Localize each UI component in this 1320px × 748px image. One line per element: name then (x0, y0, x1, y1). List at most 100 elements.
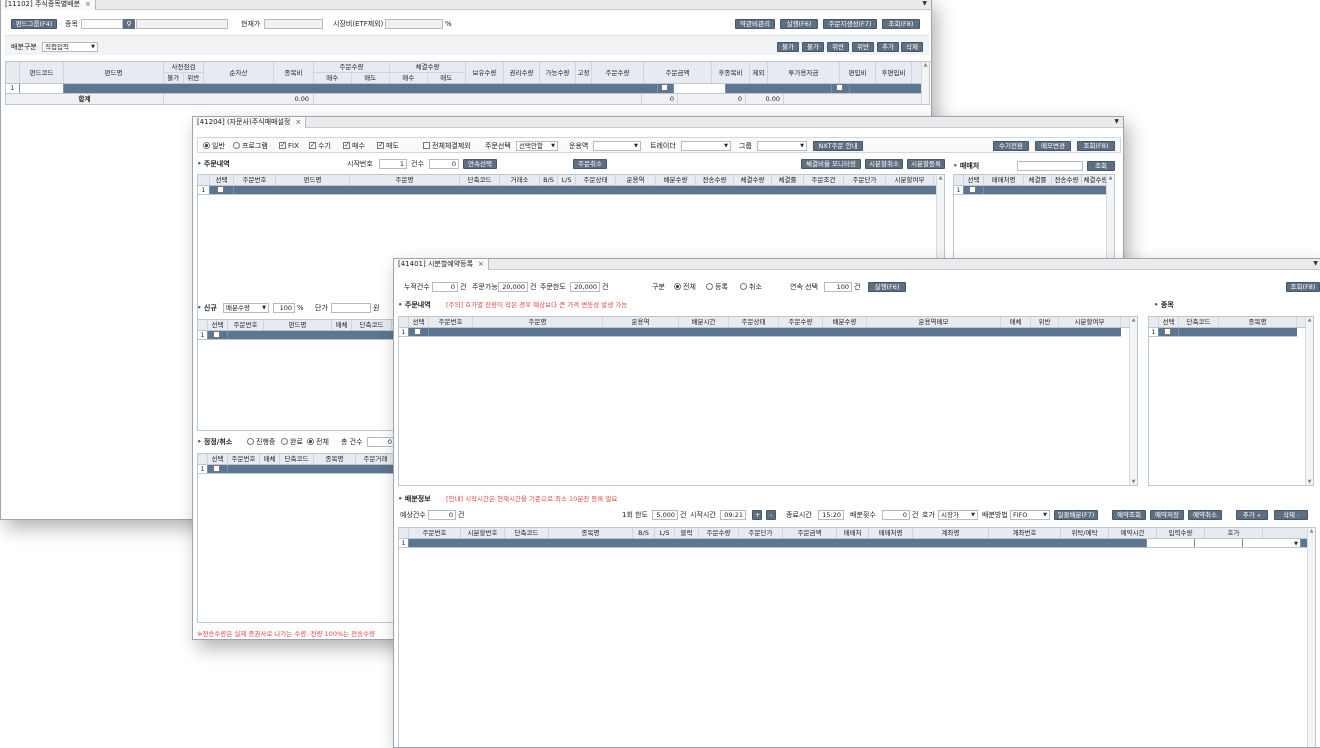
exclude-checkbox[interactable] (832, 84, 850, 93)
dist-type-select[interactable]: 직접입력 ▼ (42, 42, 98, 52)
start-no-input[interactable]: 1 (379, 159, 407, 169)
scrollbar[interactable]: ▲ ▼ (1129, 317, 1137, 485)
row-checkbox[interactable] (208, 465, 228, 473)
window-tab[interactable]: [41401] 시분할예약등록 × (394, 259, 489, 270)
window-tab[interactable]: [41204] (자문사)주식매매설정 × (193, 117, 307, 128)
all-exec-exclude-checkbox[interactable]: 전체체결제외 (423, 141, 471, 151)
split-cancel-button[interactable]: 시분할취소 (865, 159, 903, 169)
row-checkbox[interactable] (210, 186, 234, 194)
scrollbar[interactable]: ▲ (1307, 528, 1315, 747)
manual-switch-button[interactable]: 수기전환 (993, 141, 1029, 151)
close-icon[interactable]: × (85, 0, 91, 8)
add-row-button[interactable]: 추가 + (1236, 510, 1268, 520)
div-cancel-radio[interactable]: 취소 (740, 282, 762, 292)
stock-code-input[interactable] (81, 19, 123, 29)
scrollbar[interactable]: ▲ (921, 62, 929, 104)
query-button[interactable]: 조회(F8) (1286, 282, 1320, 292)
row-checkbox[interactable] (1159, 328, 1179, 336)
query-button[interactable]: 조회(F8) (882, 19, 920, 29)
cancel-order-button[interactable]: 주문취소 (573, 159, 607, 169)
fix-checkbox[interactable]: FIX (279, 140, 299, 151)
add-button[interactable]: 추가 (877, 42, 899, 52)
quote-cell-dropdown[interactable]: ▼ (1243, 539, 1301, 547)
mode-general-radio[interactable]: 일반 (203, 141, 225, 151)
run-button[interactable]: 실행(F6) (868, 282, 906, 292)
fee-manage-button[interactable]: 약관비관리 (735, 19, 775, 29)
close-icon[interactable]: × (295, 118, 301, 126)
group-select[interactable]: ▼ (757, 141, 807, 151)
delete-button[interactable]: 삭제 (901, 42, 923, 52)
window-tab[interactable]: [11102] 주식종목별배분 × (1, 0, 96, 10)
continuous-select-button[interactable]: 연속선택 (463, 159, 497, 169)
start-time-plus-button[interactable]: + (752, 510, 762, 520)
row-checkbox[interactable] (409, 328, 429, 336)
new-pct-input[interactable]: 100 (273, 303, 295, 313)
search-icon[interactable]: ⚲ (123, 19, 135, 29)
div-all-radio[interactable]: 전체 (674, 282, 696, 292)
query-button[interactable]: 조회(F8) (1077, 141, 1115, 151)
row-checkbox[interactable] (964, 186, 984, 194)
end-time-input[interactable]: 15:20 (818, 510, 844, 520)
trader-select[interactable]: ▼ (681, 141, 731, 151)
start-time-input[interactable]: 09:21 (720, 510, 746, 520)
modify-grid-header: 선택 주문번호 매체 단축코드 종목명 주문거래 (198, 454, 396, 465)
violation-button-1[interactable]: 위반 (827, 42, 849, 52)
impossible-button-1[interactable]: 불가 (777, 42, 799, 52)
count-input[interactable]: 0 (429, 159, 459, 169)
order-qty-cell[interactable] (674, 84, 726, 93)
memo-change-button[interactable]: 메모변경 (1035, 141, 1071, 151)
reservation-cancel-button[interactable]: 예약취소 (1188, 510, 1222, 520)
input-qty-cell[interactable] (1195, 539, 1243, 547)
unit-price-input[interactable] (331, 303, 371, 313)
manual-checkbox[interactable]: 수기 (309, 140, 331, 151)
create-order-button[interactable]: 주문지생성(F7) (823, 19, 877, 29)
mode-program-radio[interactable]: 프로그램 (233, 141, 268, 151)
broker-query-button[interactable]: 조회 (1087, 161, 1115, 171)
fixed-checkbox[interactable] (658, 84, 674, 93)
once-limit-input[interactable]: 5,000 (652, 510, 678, 520)
scrollbar[interactable]: ▲ ▼ (1305, 317, 1313, 485)
run-button[interactable]: 실행(F6) (780, 19, 818, 29)
violation-button-2[interactable]: 위반 (852, 42, 874, 52)
mod-pending-radio[interactable]: 진행중 (247, 437, 275, 447)
reserve-time-cell[interactable] (1147, 539, 1195, 547)
table-row[interactable]: 1 (399, 328, 1121, 337)
reservation-query-button[interactable]: 예약조회 (1112, 510, 1146, 520)
reservation-save-button[interactable]: 예약저장 (1150, 510, 1184, 520)
start-time-minus-button[interactable]: - (766, 510, 776, 520)
mod-done-radio[interactable]: 완료 (281, 437, 303, 447)
batch-alloc-button[interactable]: 일괄배분(F7) (1054, 510, 1098, 520)
table-row[interactable]: 1 (198, 186, 936, 195)
div-register-radio[interactable]: 등록 (706, 282, 728, 292)
split-register-button[interactable]: 시분할등록 (907, 159, 945, 169)
monitor-button[interactable]: 체결비율 모니터링 (801, 159, 861, 169)
new-qty-select[interactable]: 배분수량 ▼ (223, 303, 269, 313)
cont-select-input[interactable]: 100 (824, 282, 852, 292)
close-icon[interactable]: × (478, 260, 484, 268)
sell-checkbox[interactable]: 매도 (377, 140, 399, 151)
table-row[interactable]: 1 (198, 331, 396, 340)
mod-all-radio[interactable]: 전체 (307, 437, 329, 447)
table-row[interactable]: 1 (6, 84, 929, 94)
fund-group-button[interactable]: 펀드그룹(F4) (11, 19, 57, 29)
window-menu-icon[interactable]: ▼ (1114, 117, 1119, 127)
delete-row-button[interactable]: 삭제 - (1274, 510, 1308, 520)
quote-select[interactable]: 시장가 ▼ (938, 510, 978, 520)
nxt-button[interactable]: NXT주문 안내 (813, 141, 863, 151)
fund-code-cell[interactable] (20, 84, 64, 93)
table-row[interactable]: 1 (1149, 328, 1297, 337)
order-limit-field: 20,000 (570, 282, 600, 292)
table-row[interactable]: 1 (954, 186, 1110, 195)
table-row[interactable]: 1 ▼ (399, 539, 1307, 548)
impossible-button-2[interactable]: 불가 (802, 42, 824, 52)
order-select[interactable]: 선택안함 ▼ (516, 141, 558, 151)
operator-select[interactable]: ▼ (593, 141, 641, 151)
broker-input[interactable] (1017, 161, 1083, 171)
method-select[interactable]: FIFO ▼ (1010, 510, 1050, 520)
row-checkbox[interactable] (208, 331, 228, 339)
col-order-status: 주문상태 (729, 317, 779, 327)
window-menu-icon[interactable]: ▼ (1313, 259, 1318, 269)
window-menu-icon[interactable]: ▼ (922, 0, 927, 9)
buy-checkbox[interactable]: 매수 (343, 140, 365, 151)
table-row[interactable]: 1 (198, 465, 396, 474)
